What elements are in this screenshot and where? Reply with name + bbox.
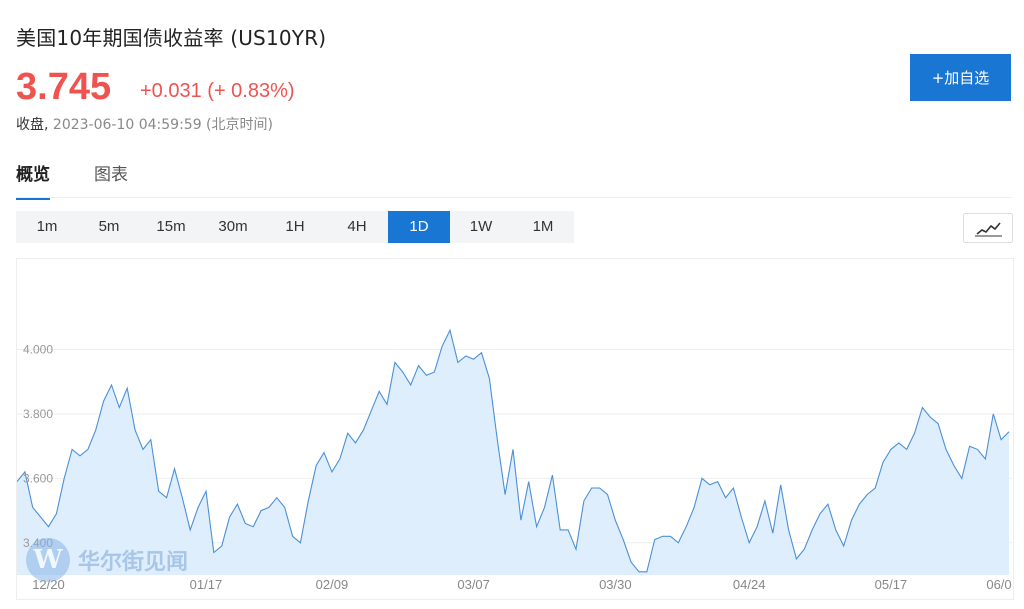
period-15m[interactable]: 15m: [140, 211, 202, 243]
x-tick-label: 05/17: [875, 577, 908, 592]
watermark: W 华尔街见闻: [26, 538, 188, 582]
x-tick-label: 04/24: [733, 577, 766, 592]
watermark-text: 华尔街见闻: [78, 549, 189, 575]
status-label: 收盘,: [16, 117, 49, 133]
period-4h[interactable]: 4H: [326, 211, 388, 243]
x-tick-label: 06/0: [986, 577, 1011, 592]
y-tick-label: 3.600: [23, 471, 53, 485]
x-tick-label: 03/30: [599, 577, 632, 592]
instrument-title: 美国10年期国债收益率 (US10YR): [16, 26, 327, 50]
y-tick-label: 3.800: [23, 407, 53, 421]
line-chart-icon: [975, 222, 1002, 237]
period-1d[interactable]: 1D: [388, 211, 450, 243]
tab-divider: [16, 197, 1012, 198]
tab-overview[interactable]: 概览: [16, 160, 50, 200]
timestamp: 2023-06-10 04:59:59 (北京时间): [52, 117, 273, 133]
y-tick-label: 4.000: [23, 343, 53, 357]
period-1h[interactable]: 1H: [264, 211, 326, 243]
period-1mo[interactable]: 1M: [512, 211, 574, 243]
period-selector: 1m 5m 15m 30m 1H 4H 1D 1W 1M: [16, 211, 574, 243]
tab-bar: 概览 图表: [16, 160, 128, 200]
period-1m[interactable]: 1m: [16, 211, 78, 243]
period-30m[interactable]: 30m: [202, 211, 264, 243]
x-tick-label: 01/17: [190, 577, 223, 592]
add-to-watchlist-button[interactable]: +加自选: [910, 54, 1011, 101]
chart-type-button[interactable]: [963, 213, 1013, 243]
x-tick-label: 02/09: [316, 577, 349, 592]
tab-chart[interactable]: 图表: [94, 160, 128, 200]
period-5m[interactable]: 5m: [78, 211, 140, 243]
last-price: 3.745: [16, 66, 112, 108]
period-1w[interactable]: 1W: [450, 211, 512, 243]
watermark-logo: W: [26, 538, 70, 582]
market-status: 收盘, 2023-06-10 04:59:59 (北京时间): [16, 114, 273, 134]
x-tick-label: 03/07: [457, 577, 490, 592]
price-change: +0.031 (+ 0.83%): [140, 80, 295, 102]
